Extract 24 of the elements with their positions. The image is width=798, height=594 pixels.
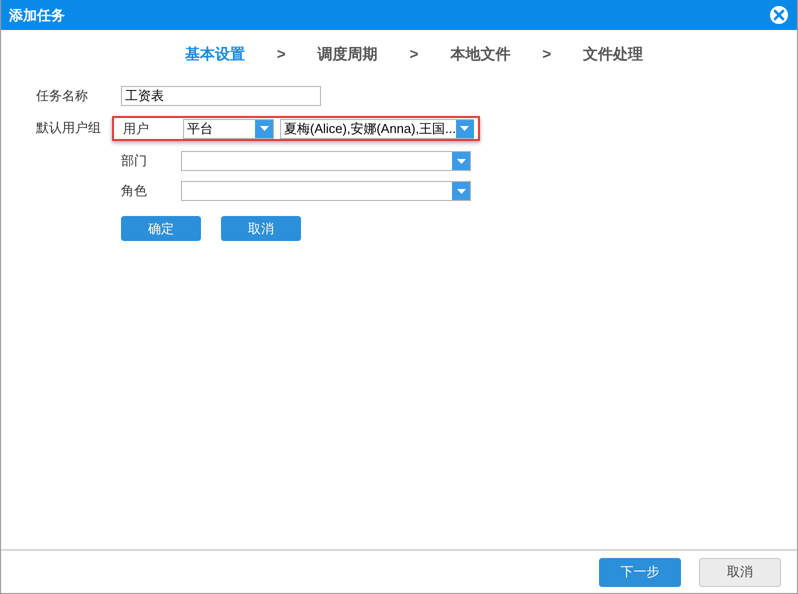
- field-label: 任务名称: [35, 86, 89, 105]
- dropdown[interactable]: [181, 151, 471, 171]
- step-tab[interactable]: 本地文件: [450, 44, 510, 66]
- step-separator: >: [276, 44, 286, 65]
- field-label: 用户: [123, 120, 150, 138]
- field-label: 默认用户组: [35, 119, 102, 137]
- dropdown[interactable]: [181, 181, 471, 201]
- step-tab[interactable]: 调度周期: [318, 44, 378, 66]
- caret-icon: [456, 188, 466, 194]
- step-separator: >: [542, 44, 552, 65]
- cancel-button[interactable]: 取消: [699, 558, 781, 586]
- input-field[interactable]: 工资表: [121, 86, 321, 106]
- dropdown[interactable]: 夏梅(Alice),安娜(Anna),王国...: [280, 118, 474, 138]
- step-separator: >: [410, 44, 418, 65]
- window-title: 添加任务: [9, 6, 65, 24]
- step-tab[interactable]: 基本设置: [184, 44, 245, 66]
- field-label: 角色: [121, 182, 148, 200]
- dropdown[interactable]: 平台: [183, 118, 274, 138]
- caret-icon: [260, 126, 268, 131]
- caret-icon: [456, 158, 466, 164]
- field-label: 部门: [121, 152, 148, 170]
- step-tab[interactable]: 文件处理: [583, 44, 644, 66]
- caret-icon: [460, 126, 470, 131]
- close-icon[interactable]: [769, 5, 789, 25]
